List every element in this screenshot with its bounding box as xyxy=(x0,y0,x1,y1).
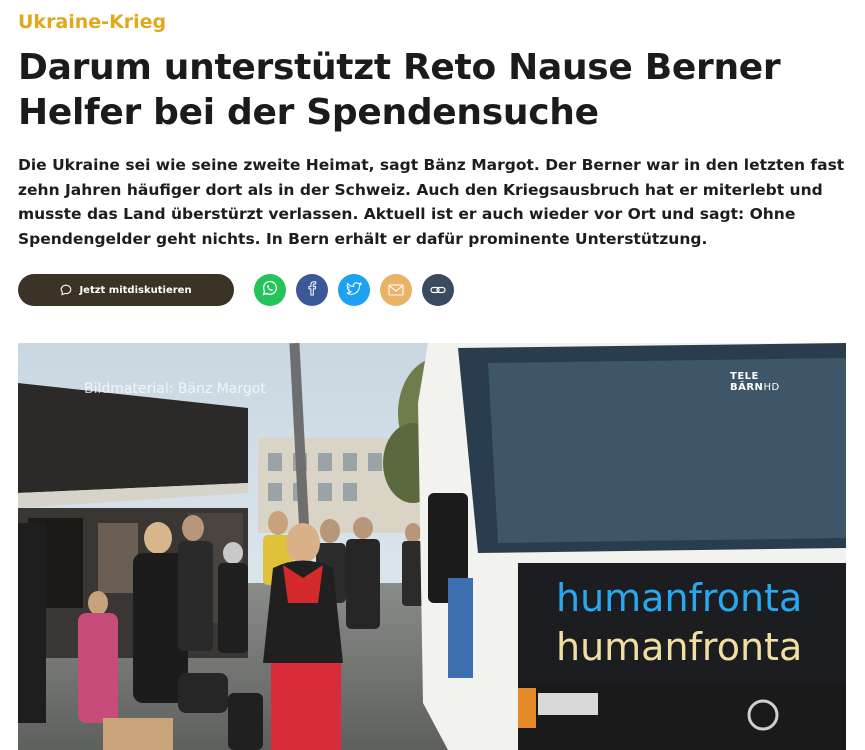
bus-text-2: humanfronta xyxy=(556,625,802,669)
telebaern-logo: TELE BÄRNHD xyxy=(730,371,780,393)
article-actions: Jetzt mitdiskutieren xyxy=(18,274,454,306)
video-watermark: Bildmaterial: Bänz Margot xyxy=(84,381,266,397)
discuss-label: Jetzt mitdiskutieren xyxy=(79,284,192,296)
article-video[interactable]: humanfronta humanfronta Bildmaterial: Bä… xyxy=(18,343,846,750)
logo-hd: HD xyxy=(763,382,780,393)
facebook-icon xyxy=(305,280,319,300)
article-lead: Die Ukraine sei wie seine zweite Heimat,… xyxy=(18,156,845,248)
mail-icon xyxy=(388,281,404,300)
share-whatsapp-button[interactable] xyxy=(254,274,286,306)
share-copy-link-button[interactable] xyxy=(422,274,454,306)
twitter-icon xyxy=(346,281,363,300)
share-email-button[interactable] xyxy=(380,274,412,306)
share-buttons xyxy=(254,274,454,306)
comment-icon xyxy=(60,284,72,296)
discuss-button[interactable]: Jetzt mitdiskutieren xyxy=(18,274,234,306)
whatsapp-icon xyxy=(262,280,278,300)
article-kicker[interactable]: Ukraine-Krieg xyxy=(18,11,166,33)
article-headline: Darum unterstützt Reto Nause Berner Helf… xyxy=(18,47,781,133)
logo-line-1: TELE xyxy=(730,371,759,382)
logo-line-2: BÄRN xyxy=(730,382,764,393)
share-twitter-button[interactable] xyxy=(338,274,370,306)
link-icon xyxy=(430,281,446,300)
bus-text-1: humanfronta xyxy=(556,576,802,620)
video-frame: humanfronta humanfronta xyxy=(18,343,846,750)
share-facebook-button[interactable] xyxy=(296,274,328,306)
